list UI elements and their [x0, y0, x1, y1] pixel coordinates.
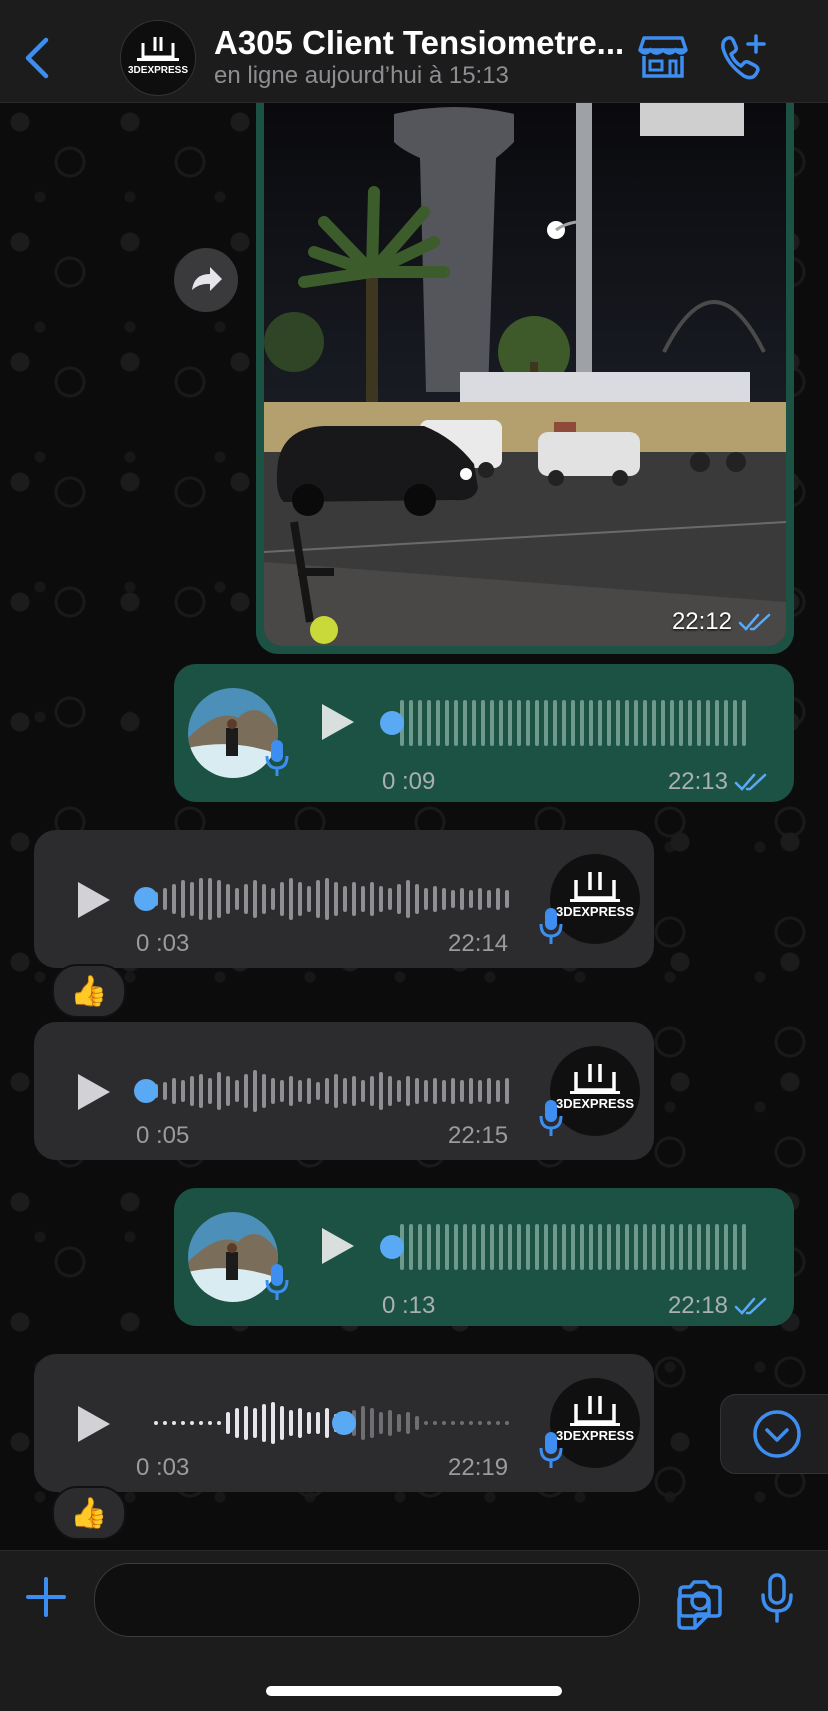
voice-duration: 0 :03	[136, 1454, 190, 1481]
message-time: 22:12	[672, 608, 772, 636]
voice-duration: 0 :05	[136, 1122, 190, 1149]
svg-text:3DEXPRESS: 3DEXPRESS	[556, 1096, 634, 1111]
mic-icon	[539, 1100, 563, 1136]
message-time: 22:15	[448, 1122, 509, 1149]
time-text: 22:18	[667, 1292, 728, 1319]
chat-title[interactable]: A305 Client Tensiometre...	[214, 24, 624, 62]
record-voice-button[interactable]	[760, 1573, 794, 1625]
svg-text:3DEXPRESS: 3DEXPRESS	[556, 1428, 634, 1443]
add-call-button[interactable]	[718, 32, 768, 82]
play-button[interactable]	[72, 1402, 116, 1446]
play-icon	[78, 882, 110, 918]
thumbs-up-icon: 👍	[70, 974, 108, 1008]
svg-text:3DEXPRESS: 3DEXPRESS	[128, 65, 188, 76]
camera-button[interactable]	[676, 1579, 724, 1619]
message-input[interactable]	[94, 1563, 711, 1637]
reaction-thumbs-up[interactable]: 👍	[52, 1486, 126, 1540]
play-button[interactable]	[316, 1224, 360, 1268]
play-button[interactable]	[72, 878, 116, 922]
playhead	[134, 887, 158, 911]
message-time: 22:19	[448, 1454, 509, 1481]
street-photo	[264, 102, 786, 646]
thumbs-up-icon: 👍	[70, 1496, 108, 1530]
waveform[interactable]	[380, 1222, 760, 1272]
shop-icon	[638, 36, 688, 78]
camera-icon	[678, 1580, 722, 1618]
mic-icon	[265, 740, 289, 776]
mic-icon	[539, 1432, 563, 1468]
play-icon	[78, 1074, 110, 1110]
playhead	[134, 1079, 158, 1103]
photo-night-street[interactable]	[264, 102, 786, 646]
chat-header: 3DEXPRESS A305 Client Tensiometre... en …	[0, 0, 828, 103]
double-check-icon	[738, 613, 771, 631]
play-icon	[322, 704, 354, 740]
image-message[interactable]: 22:12	[256, 102, 794, 654]
home-indicator	[266, 1686, 562, 1696]
waveform[interactable]	[380, 698, 760, 748]
play-icon	[78, 1406, 110, 1442]
voice-duration: 0 :13	[382, 1292, 436, 1319]
play-icon	[322, 1228, 354, 1264]
microphone-icon	[761, 1573, 793, 1623]
playhead	[332, 1411, 356, 1435]
voice-message-outgoing: 0 :13 22:18	[174, 1188, 794, 1326]
plus-icon	[26, 1577, 66, 1617]
chat-status: en ligne aujourd’hui à 15:13	[214, 62, 509, 89]
playhead	[380, 1235, 404, 1259]
time-text: 22:12	[671, 608, 732, 635]
mic-icon	[265, 1264, 289, 1300]
play-button[interactable]	[316, 700, 360, 744]
forward-button[interactable]	[174, 248, 238, 312]
play-button[interactable]	[72, 1070, 116, 1114]
svg-text:3DEXPRESS: 3DEXPRESS	[556, 904, 634, 919]
voice-message-incoming: 0 :05 22:15 3DEXPRESS	[34, 1022, 654, 1160]
voice-message-outgoing: 0 :09 22:13	[174, 664, 794, 802]
brand-logo: 3DEXPRESS	[128, 37, 188, 76]
forward-icon	[192, 267, 222, 291]
chevron-down-circle-icon	[753, 1410, 801, 1458]
attach-button[interactable]	[24, 1575, 68, 1619]
message-time: 22:14	[448, 930, 509, 957]
reaction-thumbs-up[interactable]: 👍	[52, 964, 126, 1018]
chevron-left-icon	[25, 37, 49, 79]
back-button[interactable]	[22, 36, 52, 80]
voice-message-incoming: 0 :03 22:19 3DEXPRESS	[34, 1354, 654, 1492]
scroll-to-bottom-button[interactable]	[720, 1394, 828, 1474]
business-catalog-button[interactable]	[638, 34, 688, 80]
voice-duration: 0 :09	[382, 768, 436, 795]
waveform[interactable]	[134, 1398, 514, 1448]
waveform[interactable]	[134, 1066, 514, 1116]
voice-message-incoming: 0 :03 22:14 3DEXPRESS	[34, 830, 654, 968]
contact-avatar[interactable]: 3DEXPRESS	[120, 20, 196, 96]
message-time: 22:18	[668, 1292, 768, 1320]
time-text: 22:13	[667, 768, 728, 795]
mic-icon	[539, 908, 563, 944]
message-time: 22:13	[668, 768, 768, 796]
double-check-icon	[734, 773, 767, 791]
playhead	[380, 711, 404, 735]
double-check-icon	[734, 1297, 767, 1315]
waveform[interactable]	[134, 874, 514, 924]
add-call-icon	[721, 34, 766, 80]
voice-duration: 0 :03	[136, 930, 190, 957]
